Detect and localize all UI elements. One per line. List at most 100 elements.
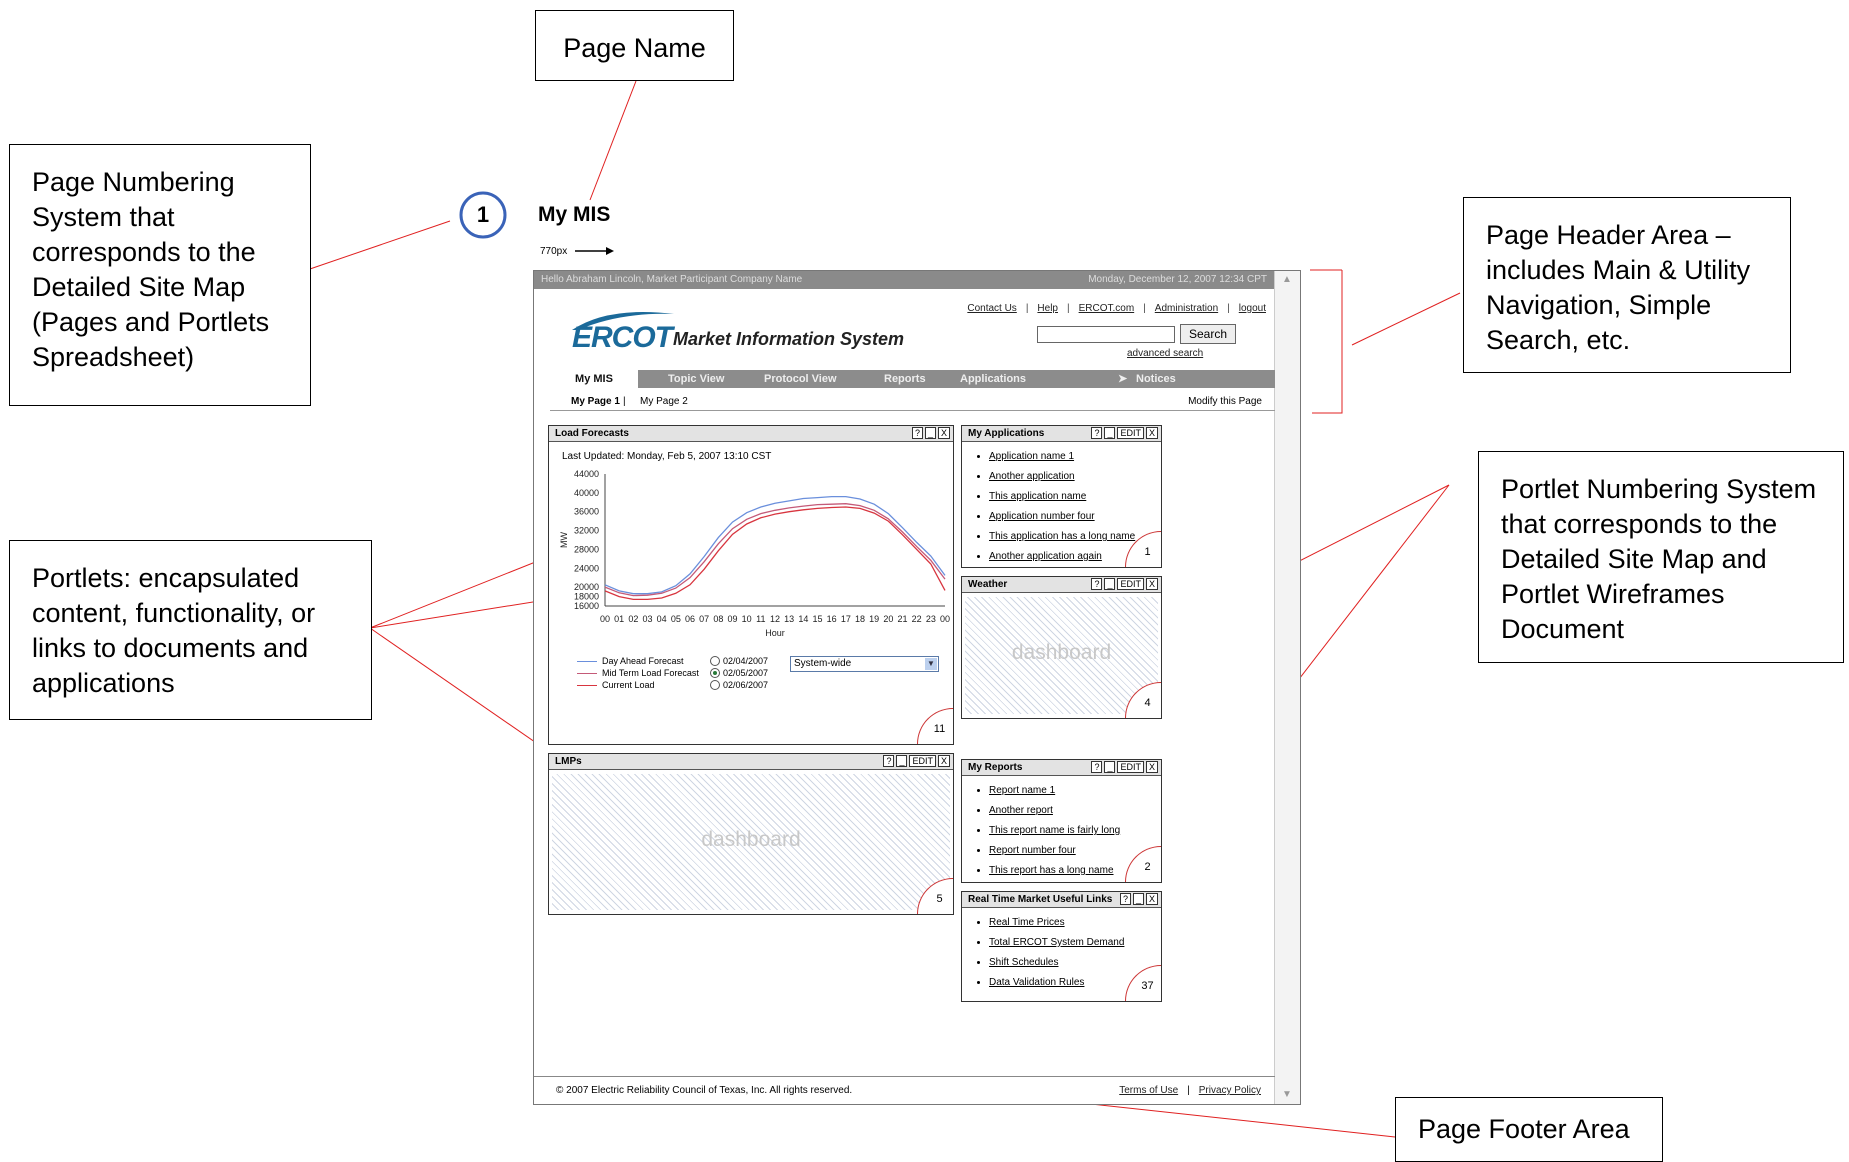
- edit-button[interactable]: EDIT: [1117, 578, 1144, 590]
- list-item[interactable]: This report name is fairly long: [989, 825, 1161, 836]
- rtm-link[interactable]: Total ERCOT System Demand: [989, 937, 1124, 948]
- dashboard-placeholder-text: dashboard: [1011, 641, 1112, 664]
- ercot-com-link[interactable]: ERCOT.com: [1079, 303, 1135, 314]
- list-item[interactable]: Report name 1: [989, 785, 1161, 796]
- subtab-my-page-1[interactable]: My Page 1: [571, 396, 620, 407]
- rtm-link[interactable]: Shift Schedules: [989, 957, 1059, 968]
- page-title: My MIS: [538, 203, 611, 226]
- list-item[interactable]: Another application: [989, 471, 1161, 482]
- close-button[interactable]: X: [937, 427, 950, 439]
- subtab-my-page-2[interactable]: My Page 2: [640, 396, 688, 407]
- application-link[interactable]: This application has a long name: [989, 531, 1135, 542]
- x-tick-label: 00: [940, 614, 950, 624]
- series-line: [604, 503, 946, 597]
- list-item[interactable]: This application name: [989, 491, 1161, 502]
- application-link[interactable]: Another application again: [989, 551, 1102, 562]
- region-select[interactable]: System-wide ▼: [790, 656, 939, 672]
- scroll-up-icon[interactable]: ▲: [1281, 274, 1293, 286]
- list-item[interactable]: Application number four: [989, 511, 1161, 522]
- list-item[interactable]: Report number four: [989, 845, 1161, 856]
- administration-link[interactable]: Administration: [1155, 303, 1218, 314]
- greeting-text: Hello Abraham Lincoln, Market Participan…: [541, 274, 803, 285]
- edit-button[interactable]: EDIT: [909, 755, 936, 767]
- portlet-title: My Reports: [968, 762, 1023, 773]
- close-button[interactable]: X: [1145, 578, 1158, 590]
- minimize-button[interactable]: _: [1104, 427, 1116, 439]
- search-input[interactable]: [1037, 326, 1175, 343]
- close-button[interactable]: X: [1145, 427, 1158, 439]
- x-tick-label: 04: [657, 614, 667, 624]
- rtm-links-list: Real Time Prices Total ERCOT System Dema…: [962, 917, 1161, 988]
- help-button[interactable]: ?: [1119, 893, 1131, 905]
- tab-notices[interactable]: Notices: [1136, 370, 1176, 388]
- logout-link[interactable]: logout: [1239, 303, 1266, 314]
- application-link[interactable]: Application number four: [989, 511, 1095, 522]
- help-link[interactable]: Help: [1037, 303, 1058, 314]
- callout-page-header-area: Page Header Area – includes Main & Utili…: [1463, 197, 1791, 373]
- modify-page-link[interactable]: Modify this Page: [1188, 396, 1262, 407]
- terms-of-use-link[interactable]: Terms of Use: [1119, 1085, 1178, 1096]
- tab-protocol-view[interactable]: Protocol View: [764, 370, 837, 388]
- scroll-down-icon[interactable]: ▼: [1281, 1089, 1293, 1101]
- minimize-button[interactable]: _: [896, 755, 908, 767]
- x-tick-label: 12: [770, 614, 780, 624]
- tab-applications[interactable]: Applications: [960, 370, 1026, 388]
- y-tick-label: 44000: [574, 469, 599, 479]
- close-button[interactable]: X: [937, 755, 950, 767]
- rtm-link[interactable]: Data Validation Rules: [989, 977, 1084, 988]
- application-link[interactable]: Application name 1: [989, 451, 1074, 462]
- help-button[interactable]: ?: [883, 755, 895, 767]
- close-button[interactable]: X: [1145, 893, 1158, 905]
- chevron-down-icon[interactable]: ▼: [925, 658, 937, 670]
- portlet-my-applications: My Applications ?_EDITX Application name…: [961, 425, 1162, 568]
- report-link[interactable]: Another report: [989, 805, 1053, 816]
- series-line: [604, 506, 946, 601]
- list-item[interactable]: Application name 1: [989, 451, 1161, 462]
- date-radio-2-selected[interactable]: [710, 668, 720, 678]
- help-button[interactable]: ?: [1091, 761, 1103, 773]
- x-tick-label: 01: [614, 614, 624, 624]
- search-button[interactable]: Search: [1180, 324, 1236, 344]
- top-status-bar: Hello Abraham Lincoln, Market Participan…: [534, 271, 1275, 289]
- help-button[interactable]: ?: [1091, 427, 1103, 439]
- ercot-logo: ERCOT: [572, 321, 673, 354]
- portlet-title: Weather: [968, 579, 1008, 590]
- minimize-button[interactable]: _: [924, 427, 936, 439]
- advanced-search-link[interactable]: advanced search: [1127, 348, 1203, 359]
- edit-button[interactable]: EDIT: [1117, 761, 1144, 773]
- application-link[interactable]: This application name: [989, 491, 1086, 502]
- x-tick-label: 19: [869, 614, 879, 624]
- help-button[interactable]: ?: [911, 427, 923, 439]
- x-tick-label: 17: [841, 614, 851, 624]
- callout-page-name: Page Name: [535, 10, 734, 81]
- close-button[interactable]: X: [1145, 761, 1158, 773]
- report-link[interactable]: Report number four: [989, 845, 1076, 856]
- tab-topic-view[interactable]: Topic View: [668, 370, 724, 388]
- edit-button[interactable]: EDIT: [1117, 427, 1144, 439]
- minimize-button[interactable]: _: [1104, 761, 1116, 773]
- minimize-button[interactable]: _: [1132, 893, 1144, 905]
- report-link[interactable]: Report name 1: [989, 785, 1055, 796]
- help-button[interactable]: ?: [1091, 578, 1103, 590]
- report-link[interactable]: This report name is fairly long: [989, 825, 1120, 836]
- list-item[interactable]: Another report: [989, 805, 1161, 816]
- privacy-policy-link[interactable]: Privacy Policy: [1199, 1085, 1261, 1096]
- list-item[interactable]: Real Time Prices: [989, 917, 1161, 928]
- contact-us-link[interactable]: Contact Us: [967, 303, 1016, 314]
- x-tick-label: 20: [883, 614, 893, 624]
- dashboard-placeholder: dashboard: [965, 597, 1158, 714]
- list-item[interactable]: Shift Schedules: [989, 957, 1161, 968]
- x-tick-label: 06: [685, 614, 695, 624]
- application-link[interactable]: Another application: [989, 471, 1075, 482]
- legend-label: Mid Term Load Forecast: [602, 668, 699, 678]
- report-link[interactable]: This report has a long name: [989, 865, 1114, 876]
- rtm-link[interactable]: Real Time Prices: [989, 917, 1065, 928]
- date-radio-3[interactable]: [710, 680, 720, 690]
- tab-reports[interactable]: Reports: [884, 370, 926, 388]
- portlet-lmps: LMPs ? _ EDIT X dashboard 5: [548, 753, 954, 915]
- minimize-button[interactable]: _: [1104, 578, 1116, 590]
- tab-my-mis[interactable]: My MIS: [550, 370, 638, 390]
- list-item[interactable]: Total ERCOT System Demand: [989, 937, 1161, 948]
- date-radio-1[interactable]: [710, 656, 720, 666]
- vertical-scrollbar[interactable]: ▲ ▼: [1274, 271, 1300, 1104]
